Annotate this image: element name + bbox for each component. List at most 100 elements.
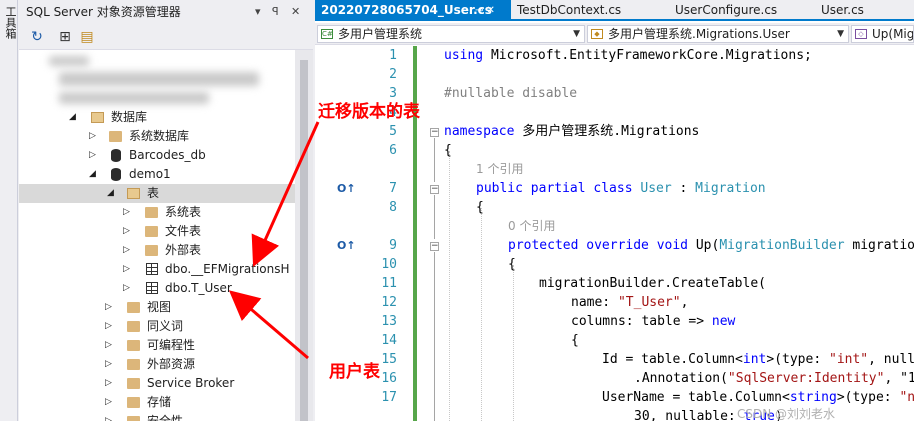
tree-node-external-tables[interactable]: ▷ 外部表 — [19, 241, 295, 260]
database-icon — [111, 168, 121, 181]
member-dropdown[interactable]: ◇ Up(Mig — [851, 25, 914, 43]
expand-icon[interactable]: ▷ — [105, 298, 115, 317]
add-server-icon[interactable]: ⊞ — [55, 27, 75, 47]
expand-icon[interactable]: ▷ — [123, 241, 133, 260]
tree-node-demo1[interactable]: ◢ demo1 — [19, 165, 295, 184]
pin-icon[interactable]: ꟼ — [272, 0, 279, 24]
folder-icon — [127, 397, 140, 408]
tree-node-storage[interactable]: ▷ 存储 — [19, 393, 295, 412]
add-group-icon[interactable]: ▤ — [77, 27, 97, 47]
tab-label: 20220728065704_User.cs — [321, 3, 492, 17]
watermark: CSDN @刘刘老水 — [737, 407, 836, 421]
expand-icon[interactable]: ▷ — [123, 222, 133, 241]
tree-node-views[interactable]: ▷ 视图 — [19, 298, 295, 317]
tab-user-cs[interactable]: User.cs — [811, 0, 914, 21]
expand-icon[interactable]: ▷ — [105, 336, 115, 355]
override-glyph-icon[interactable]: O↑ — [337, 182, 356, 195]
tab-userconfigure[interactable]: UserConfigure.cs — [661, 0, 811, 21]
tree-node-service-broker[interactable]: ▷ Service Broker — [19, 374, 295, 393]
object-explorer-title-bar: SQL Server 对象资源管理器 ▾ ꟼ ✕ — [19, 0, 313, 24]
pin-close-icon[interactable]: ⊸ ✕ — [475, 0, 495, 21]
expand-icon[interactable]: ▷ — [89, 127, 99, 146]
expand-icon[interactable]: ▷ — [105, 412, 115, 421]
tree-node-label: 视图 — [147, 300, 172, 314]
fold-guide — [434, 252, 435, 421]
folder-icon — [127, 302, 140, 313]
tree-node-file-tables[interactable]: ▷ 文件表 — [19, 222, 295, 241]
project-dropdown-value: 多用户管理系统 — [338, 27, 423, 41]
code-line-1: using Microsoft.EntityFrameworkCore.Migr… — [444, 48, 812, 63]
tree-node-security[interactable]: ▷ 安全性 — [19, 412, 295, 421]
tree-node-label: 数据库 — [111, 110, 148, 124]
blurred-server-node — [59, 92, 209, 104]
tree-node-t-user[interactable]: ▷ dbo.T_User — [19, 279, 295, 298]
indent-guide — [513, 265, 514, 421]
tab-label: User.cs — [821, 3, 864, 17]
code-line-12: name: "T_User", — [571, 295, 689, 310]
expand-icon[interactable]: ▷ — [123, 203, 133, 222]
codelens-references[interactable]: 0 个引用 — [508, 217, 555, 236]
project-dropdown[interactable]: C# 多用户管理系统 ▼ — [317, 25, 585, 43]
tree-node-databases[interactable]: ◢ 数据库 — [19, 108, 295, 127]
tree-node-label: Barcodes_db — [129, 148, 206, 162]
folder-icon — [127, 378, 140, 389]
toolbox-strip[interactable]: 工具箱 — [0, 0, 18, 421]
tab-label: TestDbContext.cs — [517, 3, 622, 17]
code-line-3: #nullable disable — [444, 86, 578, 101]
code-editor: 20220728065704_User.cs ⊸ ✕ TestDbContext… — [315, 0, 914, 421]
sql-server-object-explorer: SQL Server 对象资源管理器 ▾ ꟼ ✕ ↻ ⊞ ▤ ◢ 数据库 ▷ 系… — [19, 0, 313, 421]
tab-user-migration[interactable]: 20220728065704_User.cs ⊸ ✕ — [315, 0, 511, 21]
tree-node-tables[interactable]: ◢ 表 — [19, 184, 295, 203]
toolbox-label[interactable]: 工具箱 — [2, 6, 18, 39]
tree-node-external-resources[interactable]: ▷ 外部资源 — [19, 355, 295, 374]
tree-node-synonyms[interactable]: ▷ 同义词 — [19, 317, 295, 336]
window-menu-icon[interactable]: ▾ — [255, 0, 261, 24]
tree-node-label: dbo.T_User — [165, 281, 232, 295]
close-icon[interactable]: ✕ — [291, 0, 300, 24]
tree-node-ef-migrations-history[interactable]: ▷ dbo.__EFMigrationsH — [19, 260, 295, 279]
expand-icon[interactable]: ▷ — [105, 317, 115, 336]
tree-node-label: 存储 — [147, 395, 172, 409]
line-number: 17 — [381, 390, 397, 405]
line-number: 9 — [389, 238, 397, 253]
scrollbar-thumb[interactable] — [300, 60, 308, 421]
tree-node-label: 系统表 — [165, 205, 202, 219]
tree-node-label: 文件表 — [165, 224, 202, 238]
override-glyph-icon[interactable]: O↑ — [337, 239, 356, 252]
folder-icon — [91, 112, 104, 123]
csharp-project-icon: C# — [321, 29, 333, 39]
collapse-icon[interactable]: ◢ — [89, 165, 99, 184]
object-explorer-scrollbar[interactable] — [295, 50, 313, 421]
table-icon — [146, 263, 158, 275]
tree-node-system-databases[interactable]: ▷ 系统数据库 — [19, 127, 295, 146]
tree-node-label: 系统数据库 — [129, 129, 190, 143]
code-area[interactable]: using Microsoft.EntityFrameworkCore.Migr… — [444, 46, 914, 421]
expand-icon[interactable]: ▷ — [123, 279, 133, 298]
code-line-15: Id = table.Column<int>(type: "int", null — [602, 352, 914, 367]
tab-testdbcontext[interactable]: TestDbContext.cs — [511, 0, 661, 21]
expand-icon[interactable]: ▷ — [105, 355, 115, 374]
tree-node-system-tables[interactable]: ▷ 系统表 — [19, 203, 295, 222]
collapse-icon[interactable]: ◢ — [107, 184, 117, 203]
line-number: 14 — [381, 333, 397, 348]
code-line-8: { — [476, 200, 484, 215]
expand-icon[interactable]: ▷ — [89, 146, 99, 165]
type-dropdown[interactable]: ◆ 多用户管理系统.Migrations.User ▼ — [587, 25, 849, 43]
ide-window: 工具箱 SQL Server 对象资源管理器 ▾ ꟼ ✕ ↻ ⊞ ▤ ◢ 数据库 — [0, 0, 914, 421]
collapse-icon[interactable]: ◢ — [69, 108, 79, 127]
blurred-server-node — [59, 72, 259, 86]
tree-node-barcodes-db[interactable]: ▷ Barcodes_db — [19, 146, 295, 165]
fold-toggle[interactable]: − — [430, 185, 439, 194]
refresh-icon[interactable]: ↻ — [27, 27, 47, 47]
expand-icon[interactable]: ▷ — [105, 393, 115, 412]
expand-icon[interactable]: ▷ — [105, 374, 115, 393]
fold-toggle[interactable]: − — [430, 242, 439, 251]
expand-icon[interactable]: ▷ — [123, 260, 133, 279]
fold-toggle[interactable]: − — [430, 128, 439, 137]
codelens-references[interactable]: 1 个引用 — [476, 160, 523, 179]
folder-icon — [127, 359, 140, 370]
table-icon — [146, 282, 158, 294]
line-number: 13 — [381, 314, 397, 329]
tree-node-programmability[interactable]: ▷ 可编程性 — [19, 336, 295, 355]
line-number: 6 — [389, 143, 397, 158]
